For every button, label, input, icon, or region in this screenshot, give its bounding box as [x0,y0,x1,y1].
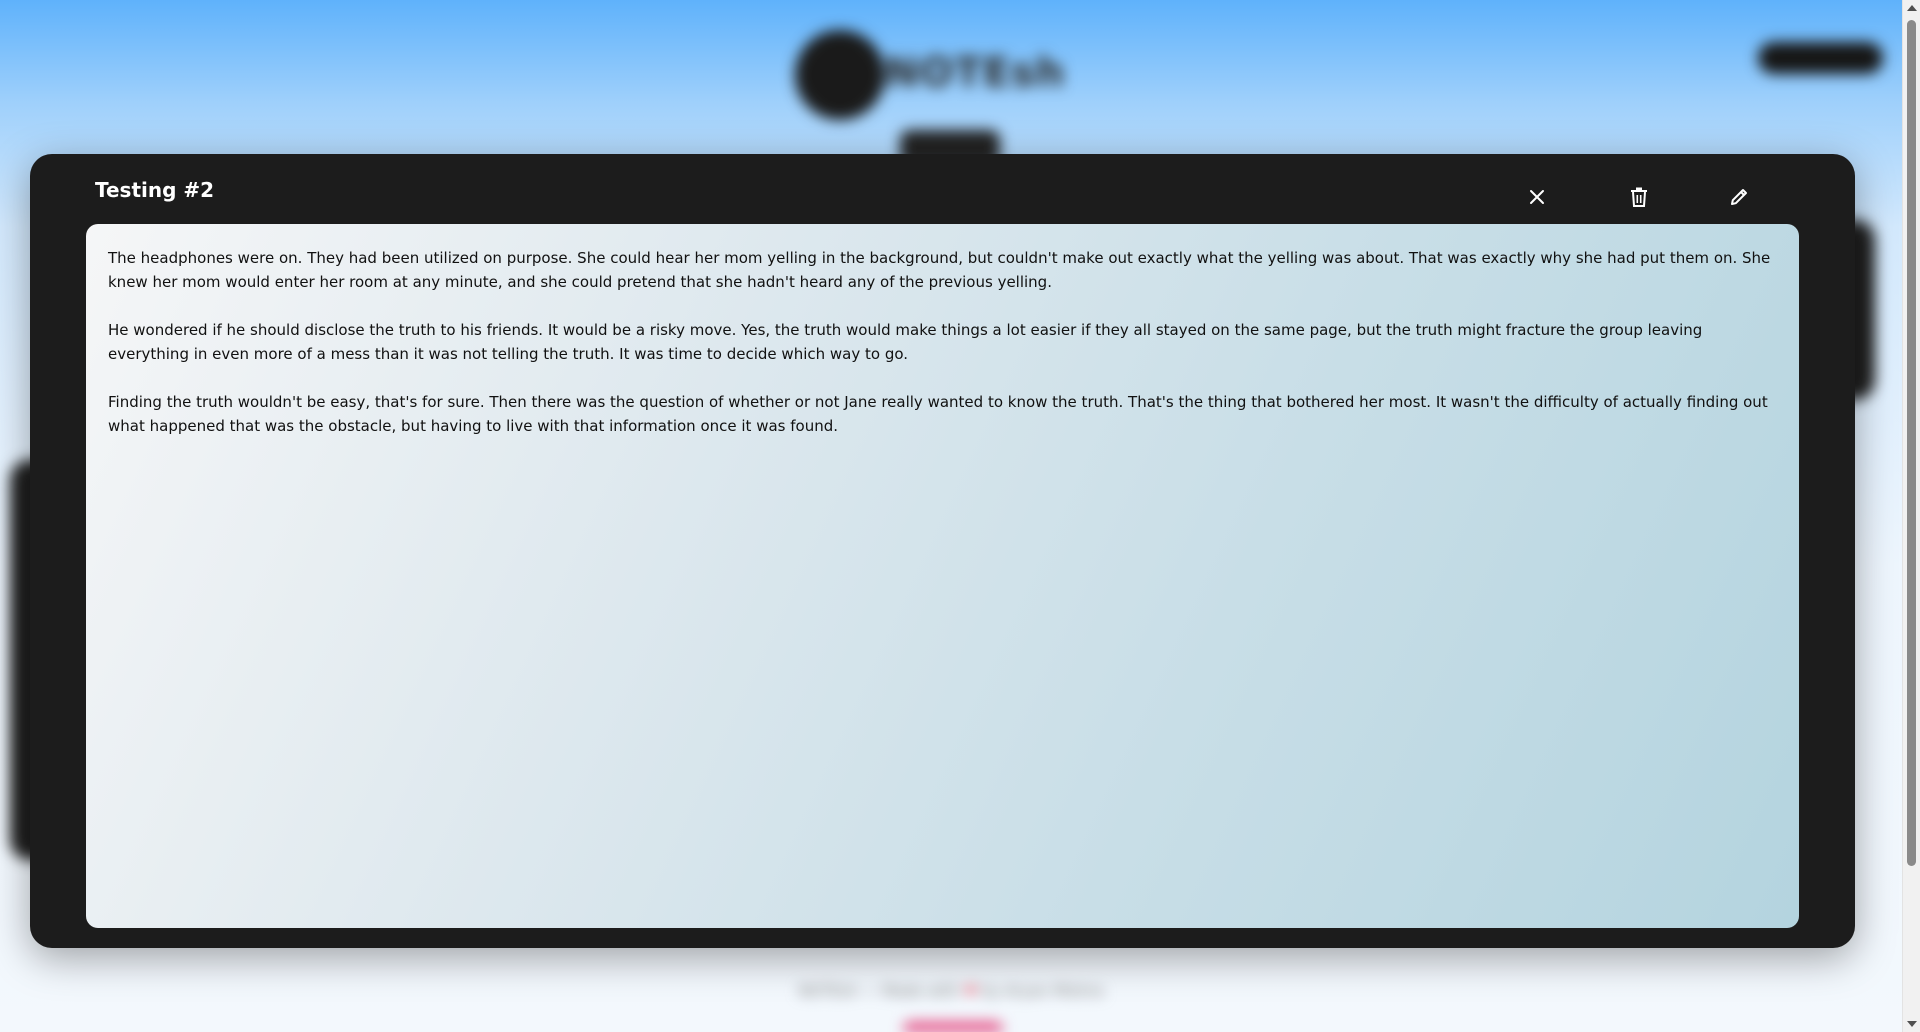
note-modal: Testing #2 The headphones were on. They … [30,154,1855,948]
logo-icon [795,30,885,120]
footer-prefix: NOTEsh — Made with [798,982,960,1000]
edit-button[interactable] [1724,182,1754,212]
heart-icon: ❤ [964,982,977,1000]
pencil-icon [1731,189,1747,205]
note-paragraph: The headphones were on. They had been ut… [108,249,1771,291]
note-content: The headphones were on. They had been ut… [86,224,1799,928]
delete-button[interactable] [1624,182,1654,212]
scroll-down-arrow-icon[interactable] [1907,1021,1917,1027]
footer-suffix: by Aryan Mishra [981,982,1104,1000]
note-paragraph: He wondered if he should disclose the tr… [108,321,1703,363]
logo-text: NOTEsh [885,50,1066,96]
note-paragraph: Finding the truth wouldn't be easy, that… [108,393,1768,435]
page-scrollbar[interactable] [1902,0,1920,1032]
trash-icon [1631,187,1647,207]
footer: NOTEsh — Made with ❤ by Aryan Mishra [0,982,1902,1000]
instagram-link [903,1022,1003,1032]
close-icon [1530,190,1544,204]
scroll-up-arrow-icon[interactable] [1907,5,1917,11]
note-title: Testing #2 [95,178,215,202]
login-button: Login [1758,42,1883,74]
scroll-thumb[interactable] [1907,20,1916,866]
close-button[interactable] [1522,182,1552,212]
